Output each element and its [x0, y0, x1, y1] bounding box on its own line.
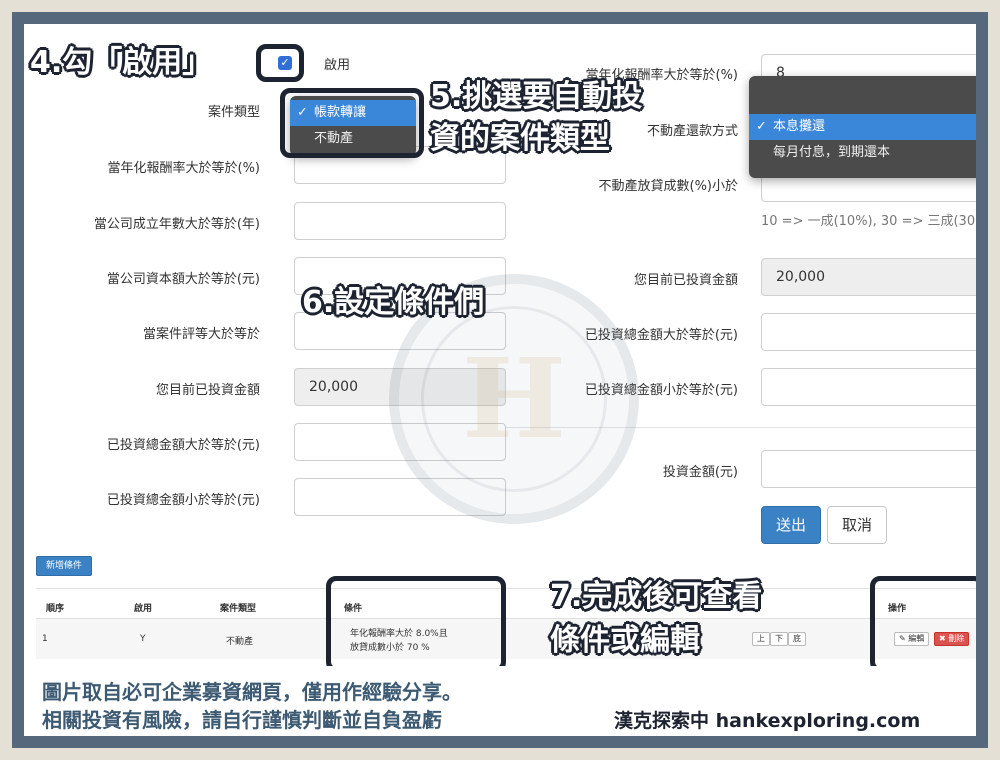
ltv-hint: 10 => 一成(10%), 30 => 三成(30 [761, 214, 976, 229]
capital-label: 當公司資本額大於等於(元) [106, 272, 260, 287]
table-row: 1 Y 不動產 年化報酬率大於 8.0%且 放貸成數小於 70 % 上 下 底 … [36, 619, 976, 659]
disclaimer-line2: 相關投資有風險，請自行謹慎判斷並自負盈虧 [42, 708, 442, 732]
col-header-type: 案件類型 [220, 604, 257, 614]
rating-label: 當案件評等大於等於 [142, 327, 260, 342]
step5-annotation-line1: 5.挑選要自動投 [430, 79, 643, 114]
screenshot-frame: ✓ 啟用 案件類型 當年化報酬率大於等於(%) 當公司成立年數大於等於(年) 當… [12, 12, 988, 748]
total-gte-input[interactable] [761, 313, 976, 351]
move-up-button[interactable]: 上 [752, 632, 770, 646]
ltv-label: 不動產放貸成數(%)小於 [598, 179, 739, 194]
table-top-border [36, 588, 976, 589]
step6-annotation: 6.設定條件們 [302, 285, 485, 320]
callout-actions-column [870, 576, 976, 672]
case-type-label: 案件類型 [207, 105, 260, 120]
col-header-order: 順序 [46, 604, 65, 614]
row-order: 1 [42, 634, 48, 644]
callout-case-type [280, 88, 424, 158]
move-down-button[interactable]: 下 [770, 632, 788, 646]
submit-button[interactable]: 送出 [761, 506, 821, 544]
step7-annotation-line1: 7.完成後可查看 [550, 579, 763, 614]
total-lte-label: 已投資總金額小於等於(元) [106, 493, 260, 508]
footer-area: 圖片取自必可企業募資網頁，僅用作經驗分享。 相關投資有風險，請自行謹慎判斷並自負… [24, 666, 976, 736]
annual-rate-label: 當年化報酬率大於等於(%) [107, 161, 261, 176]
cancel-button[interactable]: 取消 [827, 506, 887, 544]
disclaimer-line1: 圖片取自必可企業募資網頁，僅用作經驗分享。 [42, 680, 462, 704]
invested-label: 您目前已投資金額 [155, 383, 260, 398]
callout-condition-column [326, 576, 506, 672]
total-gte-label: 已投資總金額大於等於(元) [106, 438, 260, 453]
step7-annotation-line2: 條件或編輯 [550, 623, 700, 658]
amount-input[interactable] [761, 450, 976, 488]
move-bottom-button[interactable]: 底 [788, 632, 806, 646]
invested-value: 20,000 [761, 258, 976, 296]
enable-label: 啟用 [324, 58, 351, 73]
brand-text: 漢克探索中 hankexploring.com [614, 710, 921, 732]
repay-method-dropdown[interactable]: 本息攤還 每月付息，到期還本 [749, 76, 976, 178]
conditions-table-area: 新增條件 順序 啟用 案件類型 條件 操作 1 Y 不動產 年化報酬率大於 8.… [24, 544, 976, 666]
company-age-input[interactable] [294, 202, 506, 240]
add-condition-button[interactable]: 新增條件 [36, 556, 92, 576]
total-lte-input[interactable] [761, 368, 976, 406]
row-type: 不動產 [226, 637, 254, 647]
col-header-enabled: 啟用 [134, 604, 153, 614]
step4-annotation: 4.勾「啟用」 [30, 45, 213, 80]
step5-annotation-line2: 資的案件類型 [430, 121, 610, 156]
repay-option[interactable]: 每月付息，到期還本 [749, 140, 976, 166]
row-enabled: Y [140, 634, 146, 644]
callout-enable-checkbox [256, 44, 304, 82]
repay-option[interactable]: 本息攤還 [749, 114, 976, 140]
company-age-label: 當公司成立年數大於等於(年) [93, 217, 260, 232]
